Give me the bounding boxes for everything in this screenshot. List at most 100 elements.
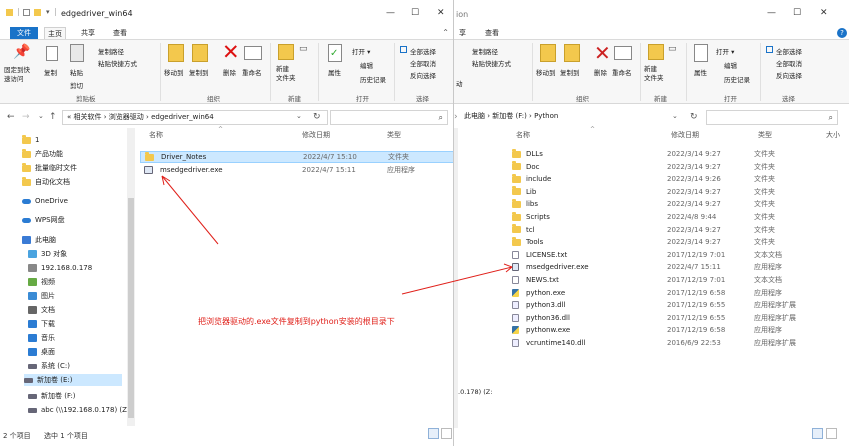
help-icon[interactable]: ? — [837, 28, 847, 38]
properties-quick-icon[interactable] — [23, 9, 30, 16]
address-bar[interactable]: « 相关软件 › 浏览器驱动 › edgedriver_win64 — [62, 110, 328, 125]
file-row[interactable]: include 2022/3/14 9:26 文件夹 — [512, 173, 842, 185]
new-item-icon[interactable]: ▭ — [299, 44, 308, 54]
back-button[interactable]: ← — [7, 112, 15, 122]
paste-label[interactable]: 粘贴 — [70, 67, 83, 77]
file-name[interactable]: python.exe — [526, 289, 565, 297]
move-to-icon[interactable] — [540, 44, 556, 62]
file-name[interactable]: python3.dll — [526, 301, 566, 309]
file-row[interactable]: pythonw.exe 2017/12/19 6:58 应用程序 — [512, 324, 842, 336]
copy-path-button[interactable]: 复制路径 — [98, 46, 124, 56]
nav-item-3d-objects[interactable]: 3D 对象 — [28, 248, 67, 260]
search-input[interactable]: ⌕ — [330, 110, 448, 125]
edit-button[interactable]: 编辑 — [360, 60, 373, 70]
details-view-button[interactable] — [812, 428, 823, 439]
file-name[interactable]: pythonw.exe — [526, 326, 570, 334]
large-icons-view-button[interactable] — [441, 428, 452, 439]
history-button[interactable]: 历史记录 — [724, 74, 750, 84]
file-row[interactable]: Lib 2022/3/14 9:27 文件夹 — [512, 186, 842, 198]
nav-item-drive-f[interactable]: 新加卷 (F:) — [28, 390, 76, 402]
nav-item-pictures[interactable]: 图片 — [28, 290, 55, 302]
nav-item-videos[interactable]: 视频 — [28, 276, 55, 288]
details-view-button[interactable] — [428, 428, 439, 439]
paste-icon[interactable] — [70, 44, 84, 62]
invert-selection-button[interactable]: 反向选择 — [410, 70, 436, 80]
file-row[interactable]: NEWS.txt 2017/12/19 7:01 文本文档 — [512, 274, 842, 286]
delete-icon[interactable]: ✕ — [222, 42, 240, 63]
copy-icon[interactable] — [46, 46, 58, 61]
file-row[interactable]: libs 2022/3/14 9:27 文件夹 — [512, 198, 842, 210]
copy-to-icon[interactable] — [192, 44, 208, 62]
breadcrumb-this-pc[interactable]: 此电脑 — [464, 112, 485, 120]
tab-view[interactable]: 查看 — [482, 27, 502, 39]
rename-icon[interactable] — [244, 46, 262, 60]
nav-scrollbar[interactable] — [127, 128, 135, 426]
column-date[interactable]: 修改日期 — [671, 130, 699, 146]
file-name[interactable]: DLLs — [526, 150, 543, 158]
file-name[interactable]: Driver_Notes — [161, 153, 206, 161]
file-row[interactable]: Tools 2022/3/14 9:27 文件夹 — [512, 236, 842, 248]
file-row[interactable]: DLLs 2022/3/14 9:27 文件夹 — [512, 148, 842, 160]
move-to-label[interactable]: 移动到 — [536, 67, 556, 77]
open-button[interactable]: 打开 ▾ — [352, 46, 370, 56]
breadcrumb-drive-f[interactable]: 新加卷 (F:) — [492, 112, 527, 120]
properties-icon[interactable] — [694, 44, 708, 62]
refresh-icon[interactable]: ↻ — [313, 112, 321, 122]
paste-shortcut-button[interactable]: 粘贴快捷方式 — [98, 58, 137, 68]
select-none-button[interactable]: 全部取消 — [776, 58, 802, 68]
nav-item-fragment[interactable]: .0.178) (Z: — [458, 388, 492, 396]
file-row[interactable]: python3.dll 2017/12/19 6:55 应用程序扩展 — [512, 299, 842, 311]
nav-item-downloads[interactable]: 下载 — [28, 318, 55, 330]
rename-icon[interactable] — [614, 46, 632, 60]
chevron-down-icon[interactable]: ⌄ — [672, 112, 678, 120]
rename-label[interactable]: 重命名 — [612, 67, 632, 77]
file-name[interactable]: Lib — [526, 188, 536, 196]
file-row[interactable]: Doc 2022/3/14 9:27 文件夹 — [512, 161, 842, 173]
nav-item-automation-docs[interactable]: 自动化文档 — [22, 176, 70, 188]
chevron-down-icon[interactable]: ⌄ — [296, 112, 302, 120]
file-row[interactable]: python36.dll 2017/12/19 6:55 应用程序扩展 — [512, 312, 842, 324]
file-name[interactable]: libs — [526, 200, 538, 208]
tab-share[interactable]: 享 — [456, 27, 469, 39]
invert-selection-button[interactable]: 反向选择 — [776, 70, 802, 80]
minimize-button[interactable]: — — [767, 8, 776, 18]
ribbon-collapse-icon[interactable]: ⌃ — [442, 28, 449, 37]
select-none-button[interactable]: 全部取消 — [410, 58, 436, 68]
nav-item-wps-cloud[interactable]: WPS网盘 — [22, 214, 65, 226]
file-name[interactable]: tcl — [526, 226, 535, 234]
file-row[interactable]: Scripts 2022/4/8 9:44 文件夹 — [512, 211, 842, 223]
file-row-msedgedriver[interactable]: msedgedriver.exe 2022/4/7 15:11 应用程序 — [140, 164, 453, 176]
tab-share[interactable]: 共享 — [78, 27, 98, 39]
file-name[interactable]: msedgedriver.exe — [160, 166, 223, 174]
close-button[interactable]: ✕ — [820, 8, 828, 18]
new-folder-label[interactable]: 新建 文件夹 — [644, 65, 664, 83]
refresh-icon[interactable]: ↻ — [690, 112, 698, 122]
minimize-button[interactable]: — — [386, 8, 395, 18]
delete-icon[interactable]: ✕ — [594, 43, 611, 63]
file-name[interactable]: vcruntime140.dll — [526, 339, 585, 347]
column-type[interactable]: 类型 — [387, 130, 401, 146]
file-row[interactable]: tcl 2022/3/14 9:27 文件夹 — [512, 224, 842, 236]
nav-item-onedrive[interactable]: OneDrive — [22, 195, 68, 207]
file-name[interactable]: LICENSE.txt — [526, 251, 567, 259]
breadcrumb-related-software[interactable]: 相关软件 — [74, 113, 102, 121]
file-row[interactable]: python.exe 2017/12/19 6:58 应用程序 — [512, 287, 842, 299]
file-row[interactable]: vcruntime140.dll 2016/6/9 22:53 应用程序扩展 — [512, 337, 842, 349]
nav-item-this-pc[interactable]: 此电脑 — [22, 234, 56, 246]
column-size[interactable]: 大小 — [826, 130, 840, 146]
close-button[interactable]: ✕ — [437, 8, 445, 18]
file-row[interactable]: msedgedriver.exe 2022/4/7 15:11 应用程序 — [512, 261, 842, 273]
cut-button[interactable]: 剪切 — [70, 80, 83, 90]
history-button[interactable]: 历史记录 — [360, 74, 386, 84]
rename-label[interactable]: 重命名 — [242, 67, 262, 77]
new-folder-quick-icon[interactable] — [34, 9, 41, 16]
properties-label[interactable]: 属性 — [694, 67, 707, 77]
file-name[interactable]: Scripts — [526, 213, 550, 221]
new-item-icon[interactable]: ▭ — [668, 44, 677, 54]
breadcrumb-overflow[interactable]: « — [67, 113, 71, 121]
breadcrumb-browser-driver[interactable]: 浏览器驱动 — [109, 113, 144, 121]
properties-label[interactable]: 属性 — [328, 67, 341, 77]
select-all-button[interactable]: 全部选择 — [410, 46, 436, 56]
tab-file[interactable]: 文件 — [10, 27, 38, 39]
copy-to-icon[interactable] — [564, 44, 580, 62]
